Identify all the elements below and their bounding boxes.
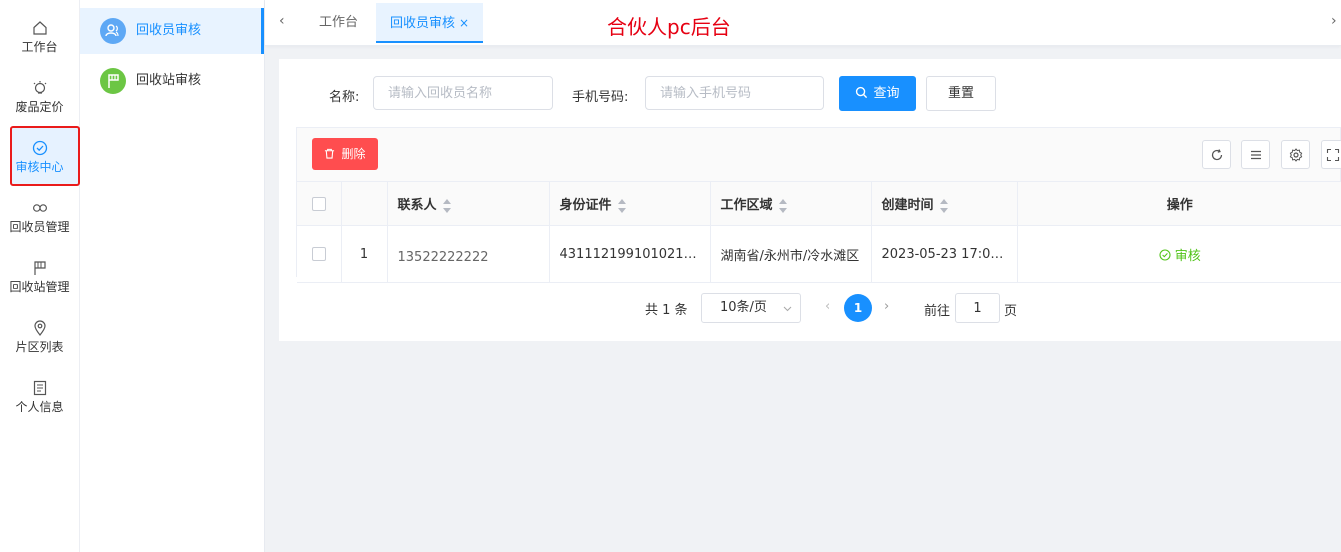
infinity-icon bbox=[32, 204, 47, 212]
rail-item-label: 工作台 bbox=[21, 40, 58, 54]
rail-item-workbench[interactable]: 工作台 bbox=[0, 6, 79, 60]
table-row: 1 13522222222 431112199101021234 湖南省/永州市… bbox=[297, 225, 1341, 283]
audit-action[interactable]: 审核 bbox=[1017, 225, 1341, 283]
flag-icon bbox=[100, 68, 126, 94]
bulb-icon bbox=[33, 81, 46, 94]
next-page-icon[interactable]: › bbox=[884, 299, 889, 329]
document-icon bbox=[33, 380, 46, 396]
location-icon bbox=[33, 320, 46, 336]
refresh-icon bbox=[1211, 148, 1222, 160]
column-header-actions: 操作 bbox=[1017, 181, 1341, 226]
phone-label: 手机号码: bbox=[572, 90, 629, 105]
rail-item-label: 回收站管理 bbox=[9, 280, 70, 294]
prev-page-icon[interactable]: ‹ bbox=[825, 299, 830, 329]
check-circle-icon bbox=[1159, 248, 1171, 261]
sort-icon[interactable] bbox=[442, 198, 451, 213]
users-icon bbox=[100, 18, 126, 44]
trash-icon bbox=[325, 148, 335, 159]
subnav-label: 回收员审核 bbox=[136, 23, 202, 38]
data-table: 联系人 身份证件 工作区域 创建时间 操作 1 13522222222 4311… bbox=[297, 181, 1341, 283]
tab-workbench[interactable]: 工作台 bbox=[319, 3, 358, 43]
density-button[interactable] bbox=[1241, 140, 1270, 169]
select-all-cell[interactable] bbox=[297, 181, 342, 226]
goto-suffix: 页 bbox=[1004, 304, 1018, 319]
column-header-id-card[interactable]: 身份证件 bbox=[549, 181, 711, 226]
sort-icon[interactable] bbox=[778, 198, 787, 213]
query-button[interactable]: 查询 bbox=[839, 76, 916, 111]
icon-rail: 工作台 废品定价 审核中心 回收员管理 回收站管理 片区列表 个人信息 bbox=[0, 0, 80, 552]
goto-page-input[interactable] bbox=[955, 293, 1000, 323]
sort-icon[interactable] bbox=[617, 198, 626, 213]
chevron-down-icon bbox=[783, 306, 792, 312]
phone-input[interactable] bbox=[645, 76, 824, 110]
reset-button[interactable]: 重置 bbox=[926, 76, 996, 111]
annotation-title: 合伙人pc后台 bbox=[607, 15, 731, 39]
rail-item-area-list[interactable]: 片区列表 bbox=[0, 306, 79, 360]
column-settings-button[interactable] bbox=[1281, 140, 1310, 169]
table-header-row: 联系人 身份证件 工作区域 创建时间 操作 bbox=[297, 181, 1341, 226]
row-checkbox[interactable] bbox=[311, 247, 326, 261]
rail-item-label: 回收员管理 bbox=[9, 220, 70, 234]
subnav-item-recycler-audit[interactable]: 回收员审核 bbox=[80, 8, 264, 54]
row-index: 1 bbox=[341, 225, 388, 283]
rail-item-station-mgmt[interactable]: 回收站管理 bbox=[0, 246, 79, 300]
column-header-contact[interactable]: 联系人 bbox=[387, 181, 550, 226]
index-header bbox=[341, 181, 388, 226]
delete-button[interactable]: 删除 bbox=[312, 138, 378, 170]
table-container: 删除 联系人 身份证件 工作区域 创建时间 操作 1 13522222222 4… bbox=[296, 127, 1341, 283]
column-header-area[interactable]: 工作区域 bbox=[710, 181, 872, 226]
cell-created: 2023-05-23 17:00:00 bbox=[871, 225, 1018, 283]
sub-sidebar: 回收员审核 回收站审核 bbox=[80, 0, 265, 552]
name-input[interactable] bbox=[373, 76, 553, 110]
cell-contact: 13522222222 bbox=[387, 225, 550, 283]
rail-item-recycler-mgmt[interactable]: 回收员管理 bbox=[0, 186, 79, 240]
flag-icon bbox=[33, 261, 46, 275]
row-select-cell[interactable] bbox=[297, 225, 342, 283]
chevron-left-icon[interactable]: ‹ bbox=[279, 13, 285, 29]
subnav-item-station-audit[interactable]: 回收站审核 bbox=[80, 58, 264, 104]
cell-area: 湖南省/永州市/冷水滩区 bbox=[710, 225, 872, 283]
list-icon bbox=[1250, 150, 1261, 159]
rail-item-label: 片区列表 bbox=[15, 340, 64, 354]
fullscreen-button[interactable] bbox=[1321, 140, 1341, 169]
goto-prefix: 前往 bbox=[924, 304, 951, 319]
gear-icon bbox=[1289, 147, 1302, 162]
page-size-select[interactable]: 10条/页 bbox=[701, 293, 801, 323]
name-label: 名称: bbox=[329, 90, 360, 105]
rail-item-profile[interactable]: 个人信息 bbox=[0, 366, 79, 420]
main-panel: 名称: 手机号码: 查询 重置 删除 bbox=[279, 59, 1341, 341]
column-header-created[interactable]: 创建时间 bbox=[871, 181, 1018, 226]
cell-id-card: 431112199101021234 bbox=[549, 225, 711, 283]
rail-item-label: 废品定价 bbox=[15, 100, 64, 114]
rail-item-pricing[interactable]: 废品定价 bbox=[0, 66, 79, 120]
search-icon bbox=[856, 86, 868, 99]
home-icon bbox=[32, 21, 47, 35]
sort-icon[interactable] bbox=[939, 198, 948, 213]
refresh-button[interactable] bbox=[1202, 140, 1231, 169]
page-number-current[interactable]: 1 bbox=[844, 294, 872, 322]
close-icon[interactable]: × bbox=[459, 16, 469, 30]
chevron-right-icon[interactable]: › bbox=[1331, 13, 1337, 29]
subnav-label: 回收站审核 bbox=[136, 73, 202, 88]
rail-item-label: 个人信息 bbox=[15, 400, 64, 414]
fullscreen-icon bbox=[1326, 148, 1339, 161]
pagination-total: 共 1 条 bbox=[645, 303, 688, 318]
tab-recycler-audit[interactable]: 回收员审核 × bbox=[376, 3, 484, 43]
tab-bar: ‹ 工作台 回收员审核 × › bbox=[265, 0, 1341, 46]
highlight-box bbox=[10, 126, 80, 186]
select-all-checkbox[interactable] bbox=[311, 196, 326, 211]
